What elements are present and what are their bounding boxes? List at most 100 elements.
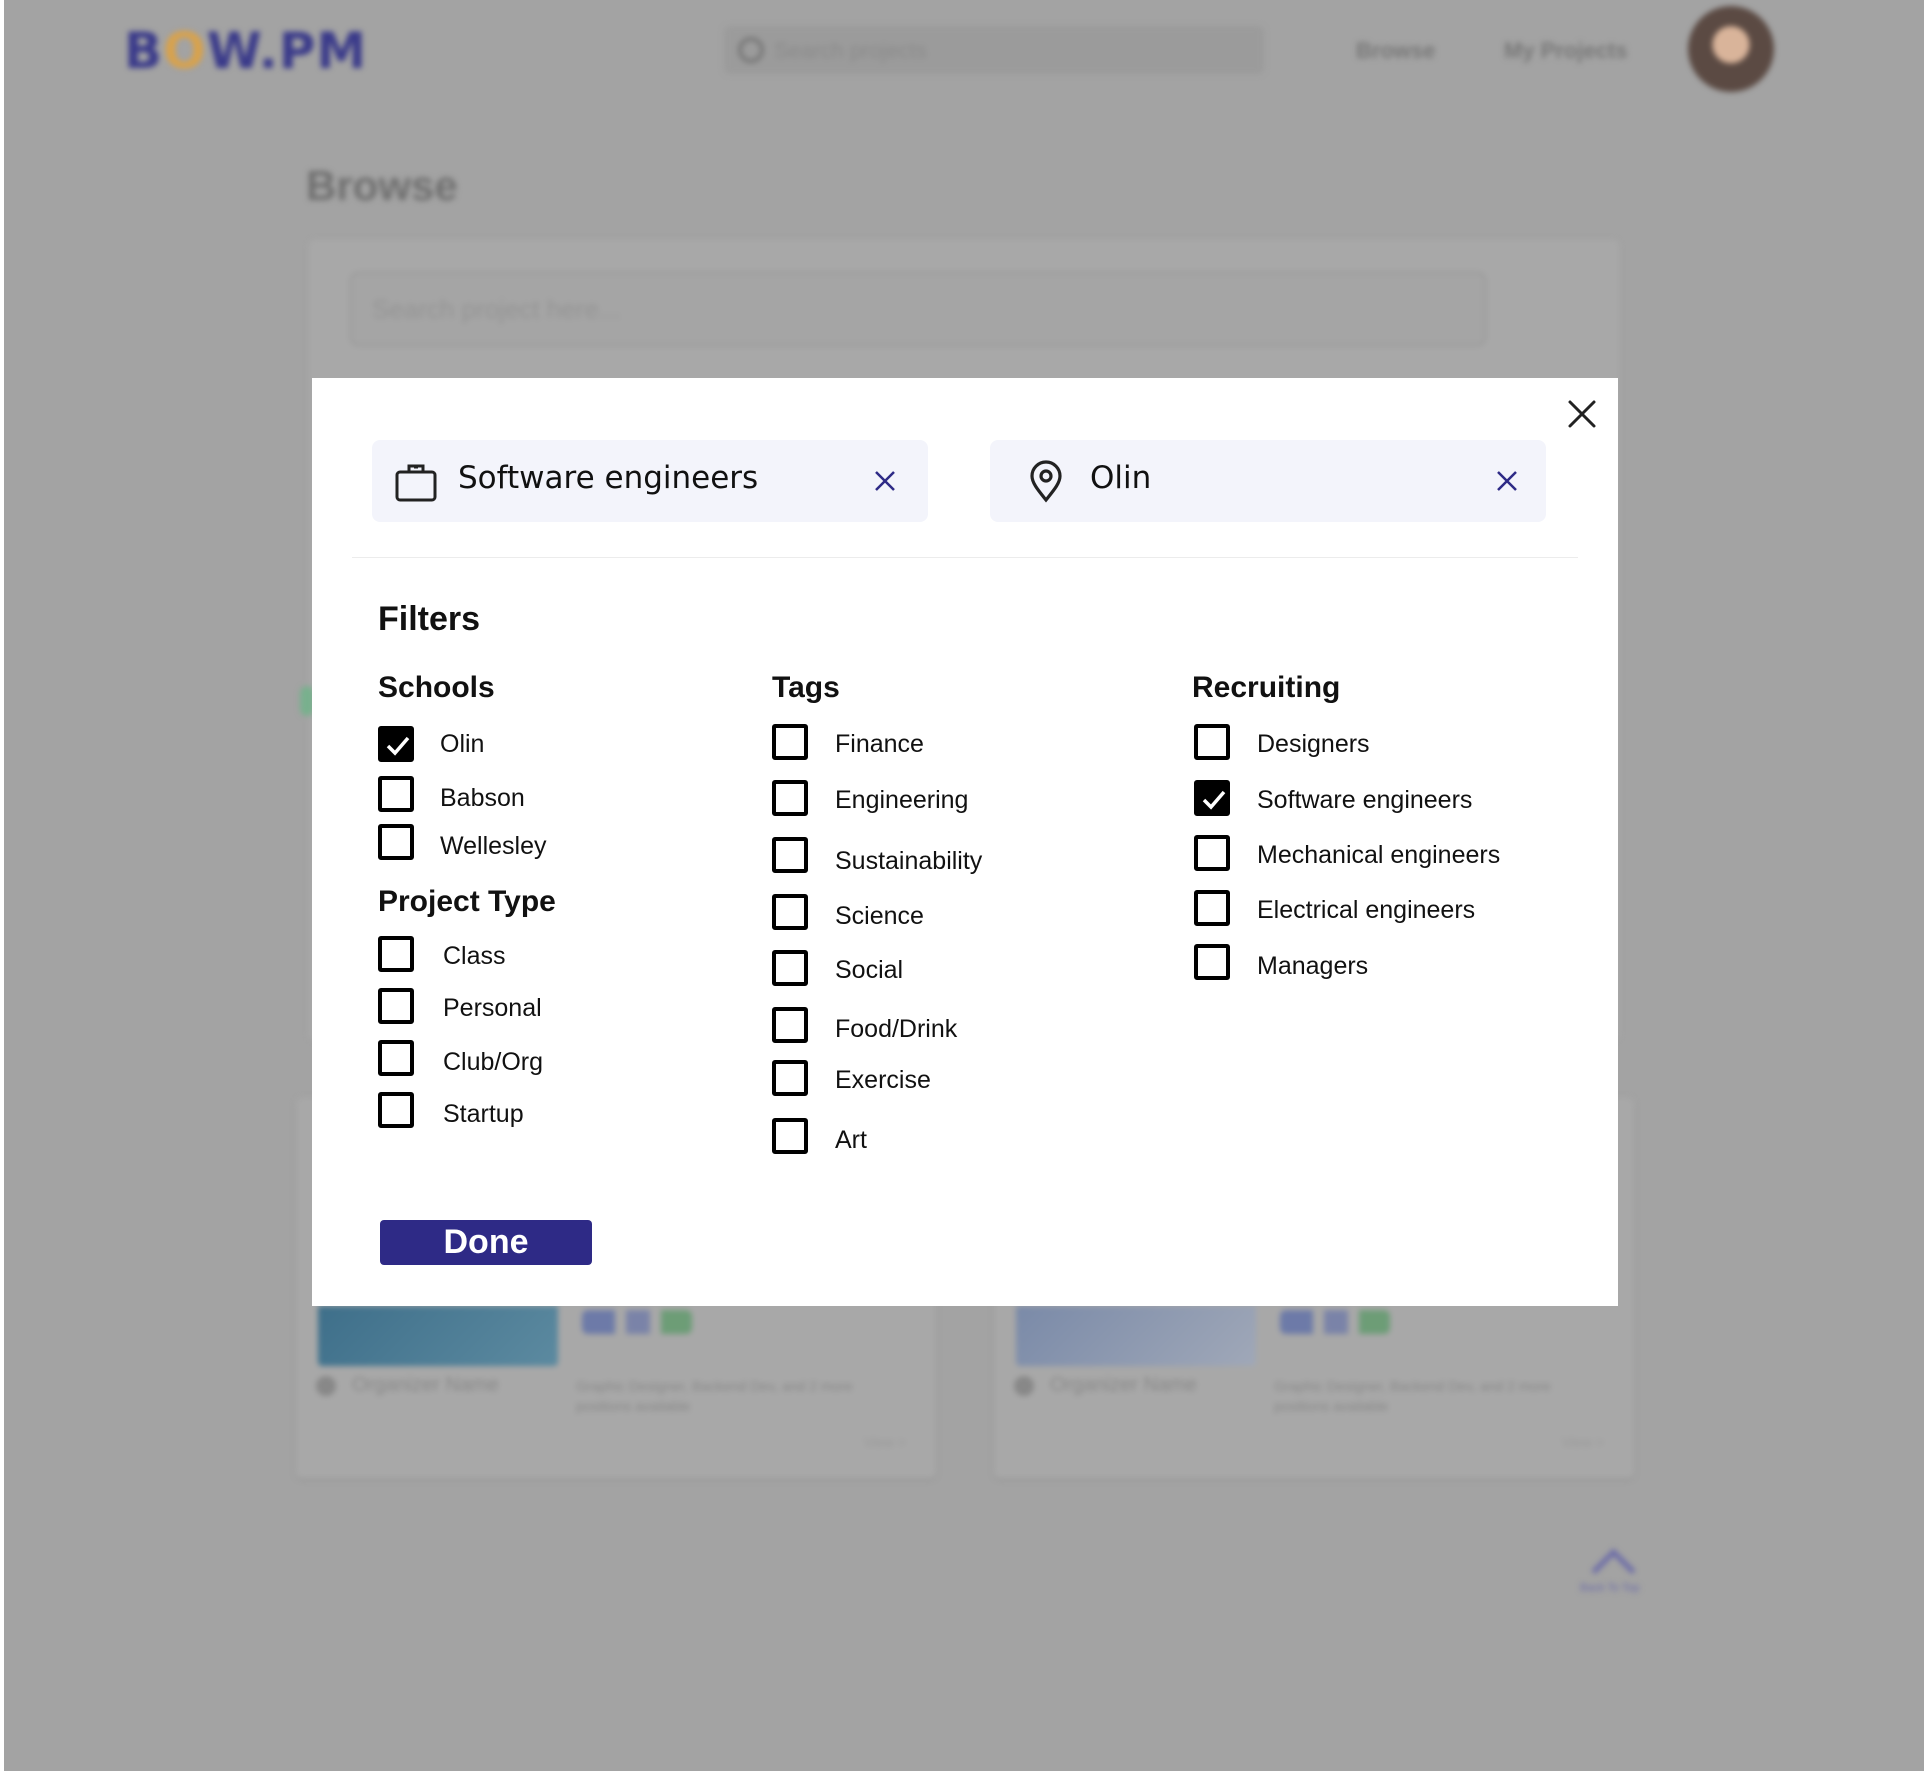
checkbox[interactable] bbox=[378, 776, 414, 812]
project-type-option-startup[interactable]: Startup bbox=[378, 1092, 618, 1132]
checkbox[interactable] bbox=[772, 780, 808, 816]
project-type-option-club-org[interactable]: Club/Org bbox=[378, 1040, 618, 1080]
tag-option-exercise[interactable]: Exercise bbox=[772, 1060, 1072, 1100]
organizer-avatar bbox=[316, 1376, 336, 1396]
tag-option-engineering[interactable]: Engineering bbox=[772, 780, 1072, 820]
filters-heading: Filters bbox=[378, 600, 481, 638]
location-chip-text: Olin bbox=[1090, 460, 1152, 496]
option-label: Class bbox=[443, 942, 506, 970]
checkbox[interactable] bbox=[378, 1040, 414, 1076]
avatar[interactable] bbox=[1688, 6, 1774, 92]
role-icons bbox=[582, 1310, 692, 1334]
tag-option-sustainability[interactable]: Sustainability bbox=[772, 837, 1072, 877]
checkbox[interactable] bbox=[1194, 724, 1230, 760]
school-option-babson[interactable]: Babson bbox=[378, 776, 618, 816]
nav-my-projects[interactable]: My Projects bbox=[1504, 38, 1628, 64]
checkbox[interactable] bbox=[378, 824, 414, 860]
option-label: Babson bbox=[440, 784, 525, 812]
filter-modal: Software engineers Olin Filters Schools … bbox=[312, 378, 1618, 1306]
option-label: Designers bbox=[1257, 730, 1370, 758]
option-label: Mechanical engineers bbox=[1257, 841, 1501, 869]
tag-option-food-drink[interactable]: Food/Drink bbox=[772, 1007, 1072, 1047]
option-label: Social bbox=[835, 956, 904, 984]
recruiting-heading: Recruiting bbox=[1192, 671, 1341, 704]
recruiting-option-managers[interactable]: Managers bbox=[1194, 944, 1574, 984]
option-label: Managers bbox=[1257, 952, 1369, 980]
back-to-top-label[interactable]: Back To Top bbox=[1580, 1582, 1640, 1594]
tags-heading: Tags bbox=[772, 671, 840, 704]
briefcase-icon bbox=[394, 460, 438, 504]
view-link[interactable]: View > bbox=[864, 1434, 906, 1450]
role-filter-chip[interactable]: Software engineers bbox=[372, 440, 928, 522]
recruiting-option-mechanical-engineers[interactable]: Mechanical engineers bbox=[1194, 835, 1574, 875]
option-label: Food/Drink bbox=[835, 1015, 958, 1043]
option-label: Wellesley bbox=[440, 832, 547, 860]
checkbox[interactable] bbox=[772, 724, 808, 760]
tag-option-social[interactable]: Social bbox=[772, 950, 1072, 990]
logo-letters-rest: W.PM bbox=[206, 22, 368, 80]
organizer-avatar bbox=[1014, 1376, 1034, 1396]
project-search-placeholder: Search project here... bbox=[372, 294, 621, 324]
checkbox[interactable] bbox=[772, 1060, 808, 1096]
done-button[interactable]: Done bbox=[380, 1220, 592, 1265]
checkbox[interactable] bbox=[772, 1118, 808, 1154]
checkbox[interactable] bbox=[378, 1092, 414, 1128]
option-label: Software engineers bbox=[1257, 786, 1473, 814]
close-icon[interactable] bbox=[1560, 392, 1604, 436]
page-title: Browse bbox=[306, 162, 458, 209]
checkbox[interactable] bbox=[378, 988, 414, 1024]
recruiting-option-software-engineers[interactable]: Software engineers bbox=[1194, 780, 1574, 820]
clear-role-icon[interactable] bbox=[870, 466, 900, 496]
checkbox[interactable] bbox=[772, 894, 808, 930]
option-label: Club/Org bbox=[443, 1048, 544, 1076]
option-label: Personal bbox=[443, 994, 542, 1022]
schools-heading: Schools bbox=[378, 671, 495, 704]
checkbox[interactable] bbox=[1194, 835, 1230, 871]
view-link[interactable]: View > bbox=[1562, 1434, 1604, 1450]
logo-letter-o: O bbox=[163, 22, 207, 80]
project-type-option-personal[interactable]: Personal bbox=[378, 988, 618, 1028]
option-label: Finance bbox=[835, 730, 924, 758]
recruiting-option-designers[interactable]: Designers bbox=[1194, 724, 1574, 764]
organizer-name: Organizer Name bbox=[1050, 1374, 1197, 1396]
school-option-wellesley[interactable]: Wellesley bbox=[378, 824, 618, 864]
location-pin-icon bbox=[1024, 460, 1068, 504]
option-label: Electrical engineers bbox=[1257, 896, 1476, 924]
nav-browse[interactable]: Browse bbox=[1356, 38, 1435, 64]
option-label: Art bbox=[835, 1126, 867, 1154]
recruiting-option-electrical-engineers[interactable]: Electrical engineers bbox=[1194, 890, 1574, 930]
school-option-olin[interactable]: Olin bbox=[378, 726, 618, 766]
header-search-placeholder: Search projects bbox=[774, 38, 927, 63]
app-logo[interactable]: BOW.PM bbox=[124, 22, 367, 80]
checkbox[interactable] bbox=[772, 1007, 808, 1043]
checkbox[interactable] bbox=[772, 950, 808, 986]
tag-option-science[interactable]: Science bbox=[772, 894, 1072, 934]
checkbox[interactable] bbox=[378, 726, 414, 762]
tag-option-finance[interactable]: Finance bbox=[772, 724, 1072, 764]
project-card-image bbox=[318, 1306, 558, 1366]
project-card-image bbox=[1016, 1306, 1256, 1366]
project-search-input[interactable]: Search project here... bbox=[350, 272, 1486, 346]
header-search[interactable]: Search projects bbox=[724, 26, 1264, 74]
option-label: Engineering bbox=[835, 786, 969, 814]
project-type-option-class[interactable]: Class bbox=[378, 936, 618, 976]
search-icon bbox=[738, 37, 764, 63]
option-label: Science bbox=[835, 902, 924, 930]
tag-option-art[interactable]: Art bbox=[772, 1118, 1072, 1158]
positions-text: Graphic Designer, Backend Dev, and 2 mor… bbox=[576, 1378, 853, 1414]
positions-text: Graphic Designer, Backend Dev, and 2 mor… bbox=[1274, 1378, 1551, 1414]
logo-letter-b: B bbox=[124, 22, 164, 80]
checkbox[interactable] bbox=[1194, 780, 1230, 816]
checkbox[interactable] bbox=[1194, 944, 1230, 980]
clear-location-icon[interactable] bbox=[1492, 466, 1522, 496]
role-chip-text: Software engineers bbox=[458, 460, 759, 496]
checkbox[interactable] bbox=[378, 936, 414, 972]
divider bbox=[352, 557, 1578, 558]
option-label: Exercise bbox=[835, 1066, 931, 1094]
project-type-heading: Project Type bbox=[378, 885, 556, 918]
location-filter-chip[interactable]: Olin bbox=[990, 440, 1546, 522]
role-icons bbox=[1280, 1310, 1390, 1334]
option-label: Olin bbox=[440, 730, 485, 758]
checkbox[interactable] bbox=[772, 837, 808, 873]
checkbox[interactable] bbox=[1194, 890, 1230, 926]
